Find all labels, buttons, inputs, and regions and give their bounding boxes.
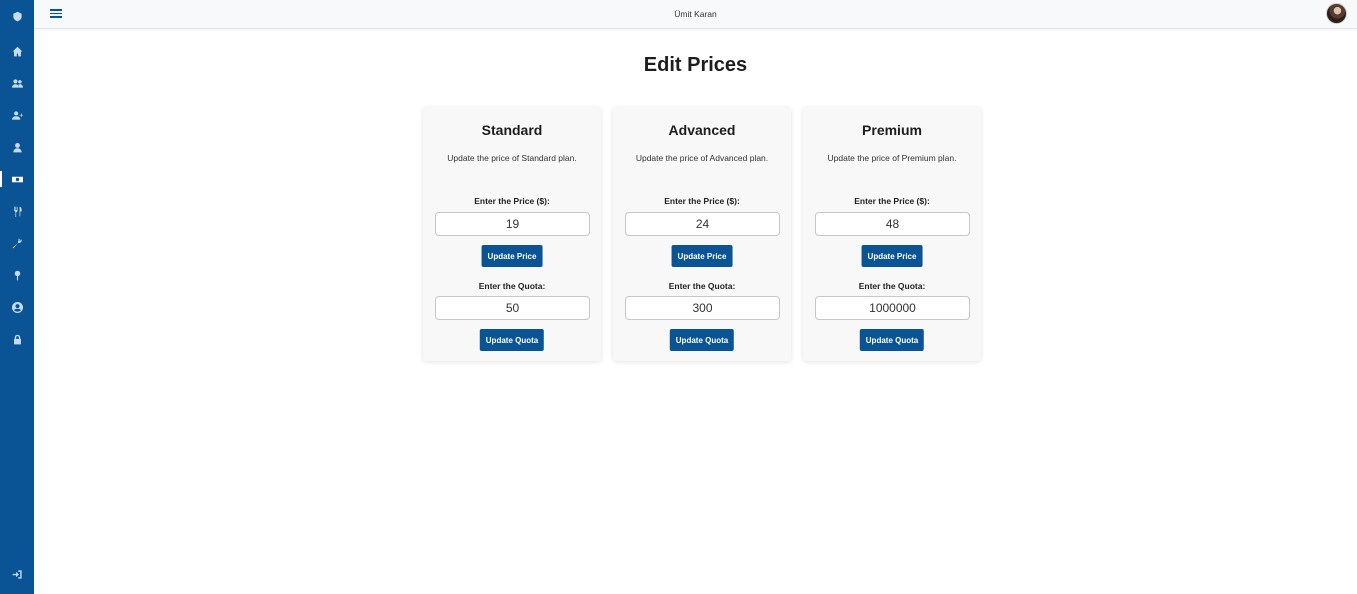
sidebar (0, 0, 34, 594)
quota-label: Enter the Quota: (478, 281, 546, 291)
quota-label: Enter the Quota: (668, 281, 736, 291)
user-circle-icon[interactable] (0, 295, 34, 319)
plan-card-premium: Premium Update the price of Premium plan… (803, 107, 981, 361)
plan-cards: Standard Update the price of Standard pl… (423, 107, 981, 361)
update-price-button[interactable]: Update Price (671, 245, 733, 267)
user-name: Ümit Karan (674, 9, 717, 19)
plan-card-advanced: Advanced Update the price of Advanced pl… (613, 107, 791, 361)
price-label: Enter the Price ($): (664, 196, 740, 206)
plan-description: Update the price of Advanced plan. (635, 153, 769, 163)
quota-input[interactable] (625, 296, 780, 320)
update-quota-button[interactable]: Update Quota (669, 329, 735, 351)
plan-card-standard: Standard Update the price of Standard pl… (423, 107, 601, 361)
price-input[interactable] (815, 212, 970, 236)
page-title: Edit Prices (643, 54, 748, 76)
update-quota-button[interactable]: Update Quota (479, 329, 545, 351)
quota-label: Enter the Quota: (858, 281, 926, 291)
home-icon[interactable] (0, 39, 34, 63)
update-price-button[interactable]: Update Price (481, 245, 543, 267)
price-label: Enter the Price ($): (474, 196, 550, 206)
money-bill-icon[interactable] (0, 167, 34, 191)
users-icon[interactable] (0, 71, 34, 95)
plan-name: Premium (862, 122, 922, 138)
plan-name: Advanced (668, 122, 736, 138)
sign-out-icon[interactable] (0, 562, 34, 586)
quota-input[interactable] (815, 296, 970, 320)
update-price-button[interactable]: Update Price (861, 245, 923, 267)
price-input[interactable] (625, 212, 780, 236)
map-pin-icon[interactable] (0, 263, 34, 287)
top-bar: Ümit Karan (34, 0, 1357, 29)
logo-icon[interactable] (0, 4, 34, 28)
lock-icon[interactable] (0, 327, 34, 351)
utensils-icon[interactable] (0, 199, 34, 223)
plan-name: Standard (481, 122, 543, 138)
price-input[interactable] (435, 212, 590, 236)
wrench-icon[interactable] (0, 231, 34, 255)
user-icon[interactable] (0, 135, 34, 159)
quota-input[interactable] (435, 296, 590, 320)
plan-description: Update the price of Standard plan. (447, 153, 577, 163)
avatar[interactable] (1326, 3, 1347, 24)
user-plus-icon[interactable] (0, 103, 34, 127)
price-label: Enter the Price ($): (854, 196, 930, 206)
update-quota-button[interactable]: Update Quota (859, 329, 925, 351)
plan-description: Update the price of Premium plan. (827, 153, 957, 163)
